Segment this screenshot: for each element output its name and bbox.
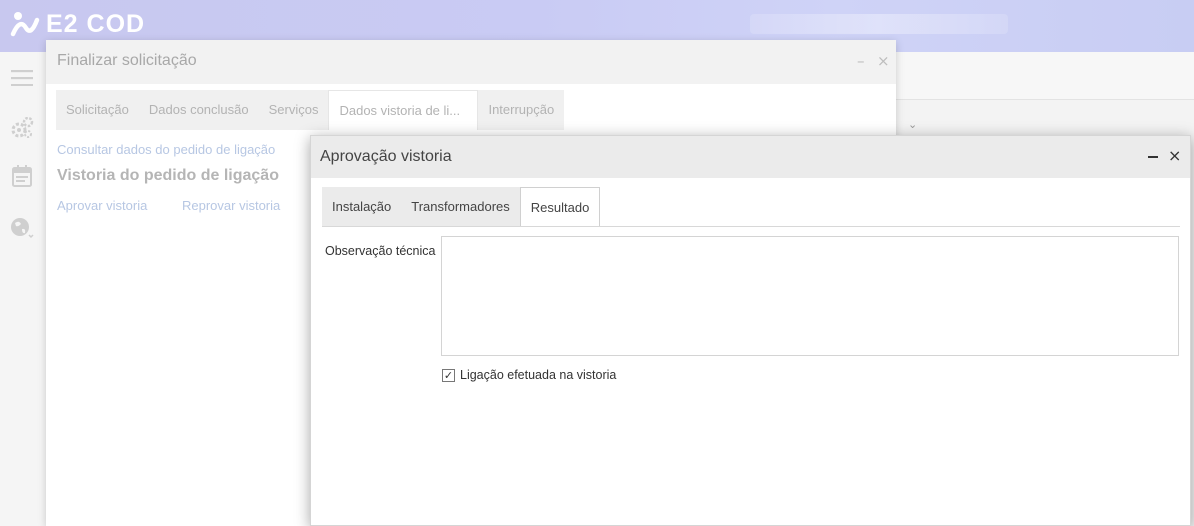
consult-pedido-link[interactable]: Consultar dados do pedido de ligação — [57, 142, 275, 157]
hamburger-menu-icon[interactable] — [9, 65, 35, 91]
observacao-tecnica-input[interactable] — [441, 236, 1179, 356]
observacao-tecnica-label: Observação técnica — [325, 244, 436, 258]
reject-vistoria-link[interactable]: Reprovar vistoria — [182, 198, 280, 213]
close-icon[interactable]: × — [1168, 146, 1181, 165]
dialog-title: Finalizar solicitação — [57, 52, 197, 69]
tab-instalacao[interactable]: Instalação — [322, 187, 402, 227]
aprovacao-vistoria-dialog: Aprovação vistoria × Instalação Transfor… — [310, 135, 1191, 526]
app-logo[interactable]: E2 COD — [10, 9, 145, 39]
tab-resultado[interactable]: Resultado — [519, 187, 601, 227]
ligacao-efetuada-label: Ligação efetuada na vistoria — [460, 368, 617, 382]
dialog-header: Aprovação vistoria × — [311, 136, 1190, 178]
check-icon: ✓ — [443, 368, 454, 382]
approve-vistoria-link[interactable]: Aprovar vistoria — [57, 198, 147, 213]
minimize-icon[interactable]: – — [857, 52, 865, 70]
close-icon[interactable]: × — [877, 52, 890, 70]
background-toolbar — [896, 52, 1194, 100]
logo-text: E2 COD — [46, 9, 146, 38]
chevron-down-icon[interactable]: ⌄ — [908, 118, 917, 131]
header-user-info[interactable] — [750, 14, 1008, 34]
finalizar-tabs: Solicitação Dados conclusão Serviços Dad… — [56, 90, 565, 130]
logo-icon — [10, 12, 40, 37]
ligacao-efetuada-checkbox[interactable]: ✓ — [442, 368, 455, 382]
dialog-header: Finalizar solicitação – × — [46, 40, 896, 84]
globe-icon[interactable] — [9, 215, 35, 241]
aprovacao-tabs: Instalação Transformadores Resultado — [322, 187, 601, 227]
ligacao-efetuada-checkbox-row[interactable]: ✓ Ligação efetuada na vistoria — [442, 368, 616, 382]
tab-solicitacao[interactable]: Solicitação — [56, 90, 139, 130]
tab-dados-conclusao[interactable]: Dados conclusão — [139, 90, 259, 130]
tab-servicos[interactable]: Serviços — [259, 90, 329, 130]
minimize-icon[interactable] — [1148, 156, 1158, 158]
section-title: Vistoria do pedido de ligação — [57, 167, 279, 184]
tab-transformadores[interactable]: Transformadores — [401, 187, 520, 227]
dialog-title: Aprovação vistoria — [320, 148, 452, 165]
gears-icon[interactable] — [9, 115, 35, 141]
tab-dados-vistoria[interactable]: Dados vistoria de li... — [328, 90, 479, 130]
tab-divider — [322, 226, 1180, 227]
tab-interrupcao[interactable]: Interrupção — [478, 90, 564, 130]
side-rail — [0, 52, 46, 526]
calendar-icon[interactable] — [9, 163, 35, 189]
